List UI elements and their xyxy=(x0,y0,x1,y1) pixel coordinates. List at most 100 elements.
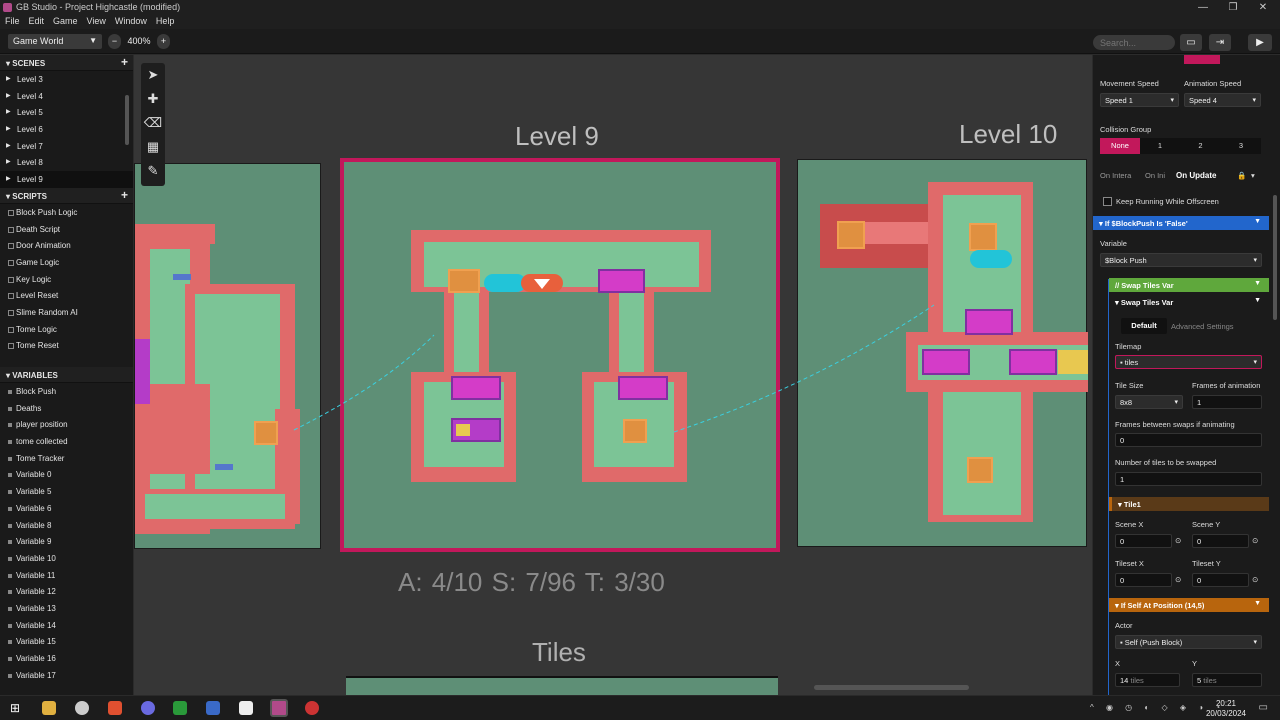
chevron-right-icon[interactable]: ▶ xyxy=(6,75,11,82)
x-input[interactable]: 14 tiles xyxy=(1115,673,1180,687)
if-blockpush-header[interactable]: ▾ If $BlockPush Is 'False' ▼ xyxy=(1093,216,1269,230)
animation-speed-select[interactable]: Speed 4 ▾ xyxy=(1184,93,1261,107)
variable-toggle-icon[interactable]: ⊙ xyxy=(1175,536,1181,545)
maximize-button[interactable]: ❐ xyxy=(1218,0,1248,15)
zoom-out-button[interactable]: − xyxy=(108,34,121,49)
export-icon[interactable]: ⇥ xyxy=(1209,34,1231,51)
chevron-right-icon[interactable]: ▶ xyxy=(6,92,11,99)
variable-toggle-icon[interactable]: ⊙ xyxy=(1252,536,1258,545)
tab-advanced-settings[interactable]: Advanced Settings xyxy=(1171,322,1234,331)
app-icon[interactable] xyxy=(239,701,253,715)
collision-none-button[interactable]: None xyxy=(1100,138,1140,154)
sidebar-scrollbar[interactable] xyxy=(125,95,129,145)
folder-icon[interactable]: ▭ xyxy=(1180,34,1202,51)
num-tiles-input[interactable]: 1 xyxy=(1115,472,1262,486)
add-script-button[interactable]: + xyxy=(121,189,128,201)
script-item[interactable]: Slime Random AI xyxy=(0,304,133,321)
variable-item[interactable]: Variable 14 xyxy=(0,617,133,634)
search-input[interactable] xyxy=(1093,35,1175,50)
menu-game[interactable]: Game xyxy=(48,15,82,26)
chevron-right-icon[interactable]: ▶ xyxy=(6,142,11,149)
tab-on-init[interactable]: On Ini xyxy=(1145,171,1165,180)
tileset-x-input[interactable]: 0 xyxy=(1115,573,1172,587)
obs-icon[interactable] xyxy=(305,701,319,715)
variable-item[interactable]: tome collected xyxy=(0,433,133,450)
script-item[interactable]: Block Push Logic xyxy=(0,204,133,221)
variable-item[interactable]: Variable 13 xyxy=(0,600,133,617)
actor-select[interactable]: ▪ Self (Push Block) ▾ xyxy=(1115,635,1262,649)
tab-on-interact[interactable]: On Intera xyxy=(1100,171,1131,180)
scene-item[interactable]: ▶ Level 6 xyxy=(0,121,133,138)
tile1-header[interactable]: ▾ Tile1 xyxy=(1109,497,1269,511)
notifications-icon[interactable]: ▭ xyxy=(1259,702,1268,713)
start-icon[interactable]: ⊞ xyxy=(10,701,24,715)
script-item[interactable]: Tome Logic xyxy=(0,321,133,338)
nvidia-icon[interactable] xyxy=(173,701,187,715)
menu-view[interactable]: View xyxy=(82,15,110,26)
variable-item[interactable]: Variable 5 xyxy=(0,483,133,500)
comment-header[interactable]: // Swap Tiles Var ▼ xyxy=(1109,278,1269,292)
view-select[interactable]: Game World ▼ xyxy=(8,34,102,49)
direction-selected[interactable] xyxy=(1184,55,1220,64)
scene-x-input[interactable]: 0 xyxy=(1115,534,1172,548)
eraser-tool-icon[interactable]: ⌫ xyxy=(141,111,165,135)
variable-select[interactable]: $Block Push ▾ xyxy=(1100,253,1262,267)
discord-icon[interactable] xyxy=(141,701,155,715)
variable-item[interactable]: Tome Tracker xyxy=(0,450,133,467)
variable-item[interactable]: Variable 0 xyxy=(0,466,133,483)
canvas-h-scrollbar[interactable] xyxy=(814,685,969,690)
add-tool-icon[interactable]: ✚ xyxy=(141,87,165,111)
collision-1-button[interactable]: 1 xyxy=(1140,138,1180,154)
play-button[interactable]: ▶ xyxy=(1248,34,1272,51)
zoom-in-button[interactable]: + xyxy=(157,34,170,49)
chevron-down-icon[interactable]: ▼ xyxy=(1254,218,1261,225)
keep-running-checkbox[interactable] xyxy=(1103,197,1112,206)
add-scene-button[interactable]: + xyxy=(121,56,128,68)
script-item[interactable]: Tome Reset xyxy=(0,337,133,354)
vscode-icon[interactable] xyxy=(206,701,220,715)
chevron-right-icon[interactable]: ▶ xyxy=(6,158,11,165)
tiles-scene-preview[interactable] xyxy=(346,676,778,695)
variable-item[interactable]: player position xyxy=(0,416,133,433)
tilemap-select[interactable]: ▪ tiles ▾ xyxy=(1115,355,1262,369)
variable-item[interactable]: Variable 6 xyxy=(0,500,133,517)
chevron-right-icon[interactable]: ▶ xyxy=(6,125,11,132)
variable-item[interactable]: Deaths xyxy=(0,400,133,417)
frames-animation-input[interactable]: 1 xyxy=(1192,395,1262,409)
scene-item[interactable]: ▶ Level 3 xyxy=(0,71,133,88)
scene-item[interactable]: ▶ Level 5 xyxy=(0,104,133,121)
variable-item[interactable]: Block Push xyxy=(0,383,133,400)
scene-y-input[interactable]: 0 xyxy=(1192,534,1249,548)
if-self-position-header[interactable]: ▾ If Self At Position (14,5) ▼ xyxy=(1109,598,1269,612)
paint-tool-icon[interactable]: ✎ xyxy=(141,159,165,183)
world-canvas[interactable]: Level 9 Level 10 A: 4/10 S: 7/96 T: 3/30… xyxy=(134,55,1092,695)
clock[interactable]: 20:21 20/03/2024 xyxy=(1206,699,1246,719)
scene-item[interactable]: ▶ Level 4 xyxy=(0,88,133,105)
menu-file[interactable]: File xyxy=(0,15,24,26)
close-button[interactable]: ✕ xyxy=(1248,0,1278,15)
script-item[interactable]: Level Reset xyxy=(0,287,133,304)
lock-icon[interactable]: 🔒 xyxy=(1237,171,1246,180)
variable-item[interactable]: Variable 16 xyxy=(0,650,133,667)
variable-toggle-icon[interactable]: ⊙ xyxy=(1175,575,1181,584)
chevron-down-icon[interactable]: ▼ xyxy=(1254,600,1261,607)
chevron-right-icon[interactable]: ▶ xyxy=(6,108,11,115)
tile-size-select[interactable]: 8x8 ▾ xyxy=(1115,395,1183,409)
tileset-y-input[interactable]: 0 xyxy=(1192,573,1249,587)
movement-speed-select[interactable]: Speed 1 ▾ xyxy=(1100,93,1179,107)
props-scrollbar[interactable] xyxy=(1273,195,1277,320)
frames-between-input[interactable]: 0 xyxy=(1115,433,1262,447)
menu-edit[interactable]: Edit xyxy=(24,15,49,26)
variable-toggle-icon[interactable]: ⊙ xyxy=(1252,575,1258,584)
collision-3-button[interactable]: 3 xyxy=(1221,138,1261,154)
tab-default[interactable]: Default xyxy=(1121,318,1167,334)
variable-item[interactable]: Variable 11 xyxy=(0,567,133,584)
variable-item[interactable]: Variable 15 xyxy=(0,633,133,650)
gb-studio-icon[interactable] xyxy=(270,699,288,717)
chevron-right-icon[interactable]: ▶ xyxy=(6,175,11,182)
variable-item[interactable]: Variable 12 xyxy=(0,583,133,600)
swap-tiles-header[interactable]: ▾ Swap Tiles Var ▼ xyxy=(1109,295,1269,309)
tiles-title[interactable]: Tiles xyxy=(532,637,586,668)
chevron-down-icon[interactable]: ▼ xyxy=(1254,280,1261,287)
select-tool-icon[interactable]: ➤ xyxy=(141,63,165,87)
